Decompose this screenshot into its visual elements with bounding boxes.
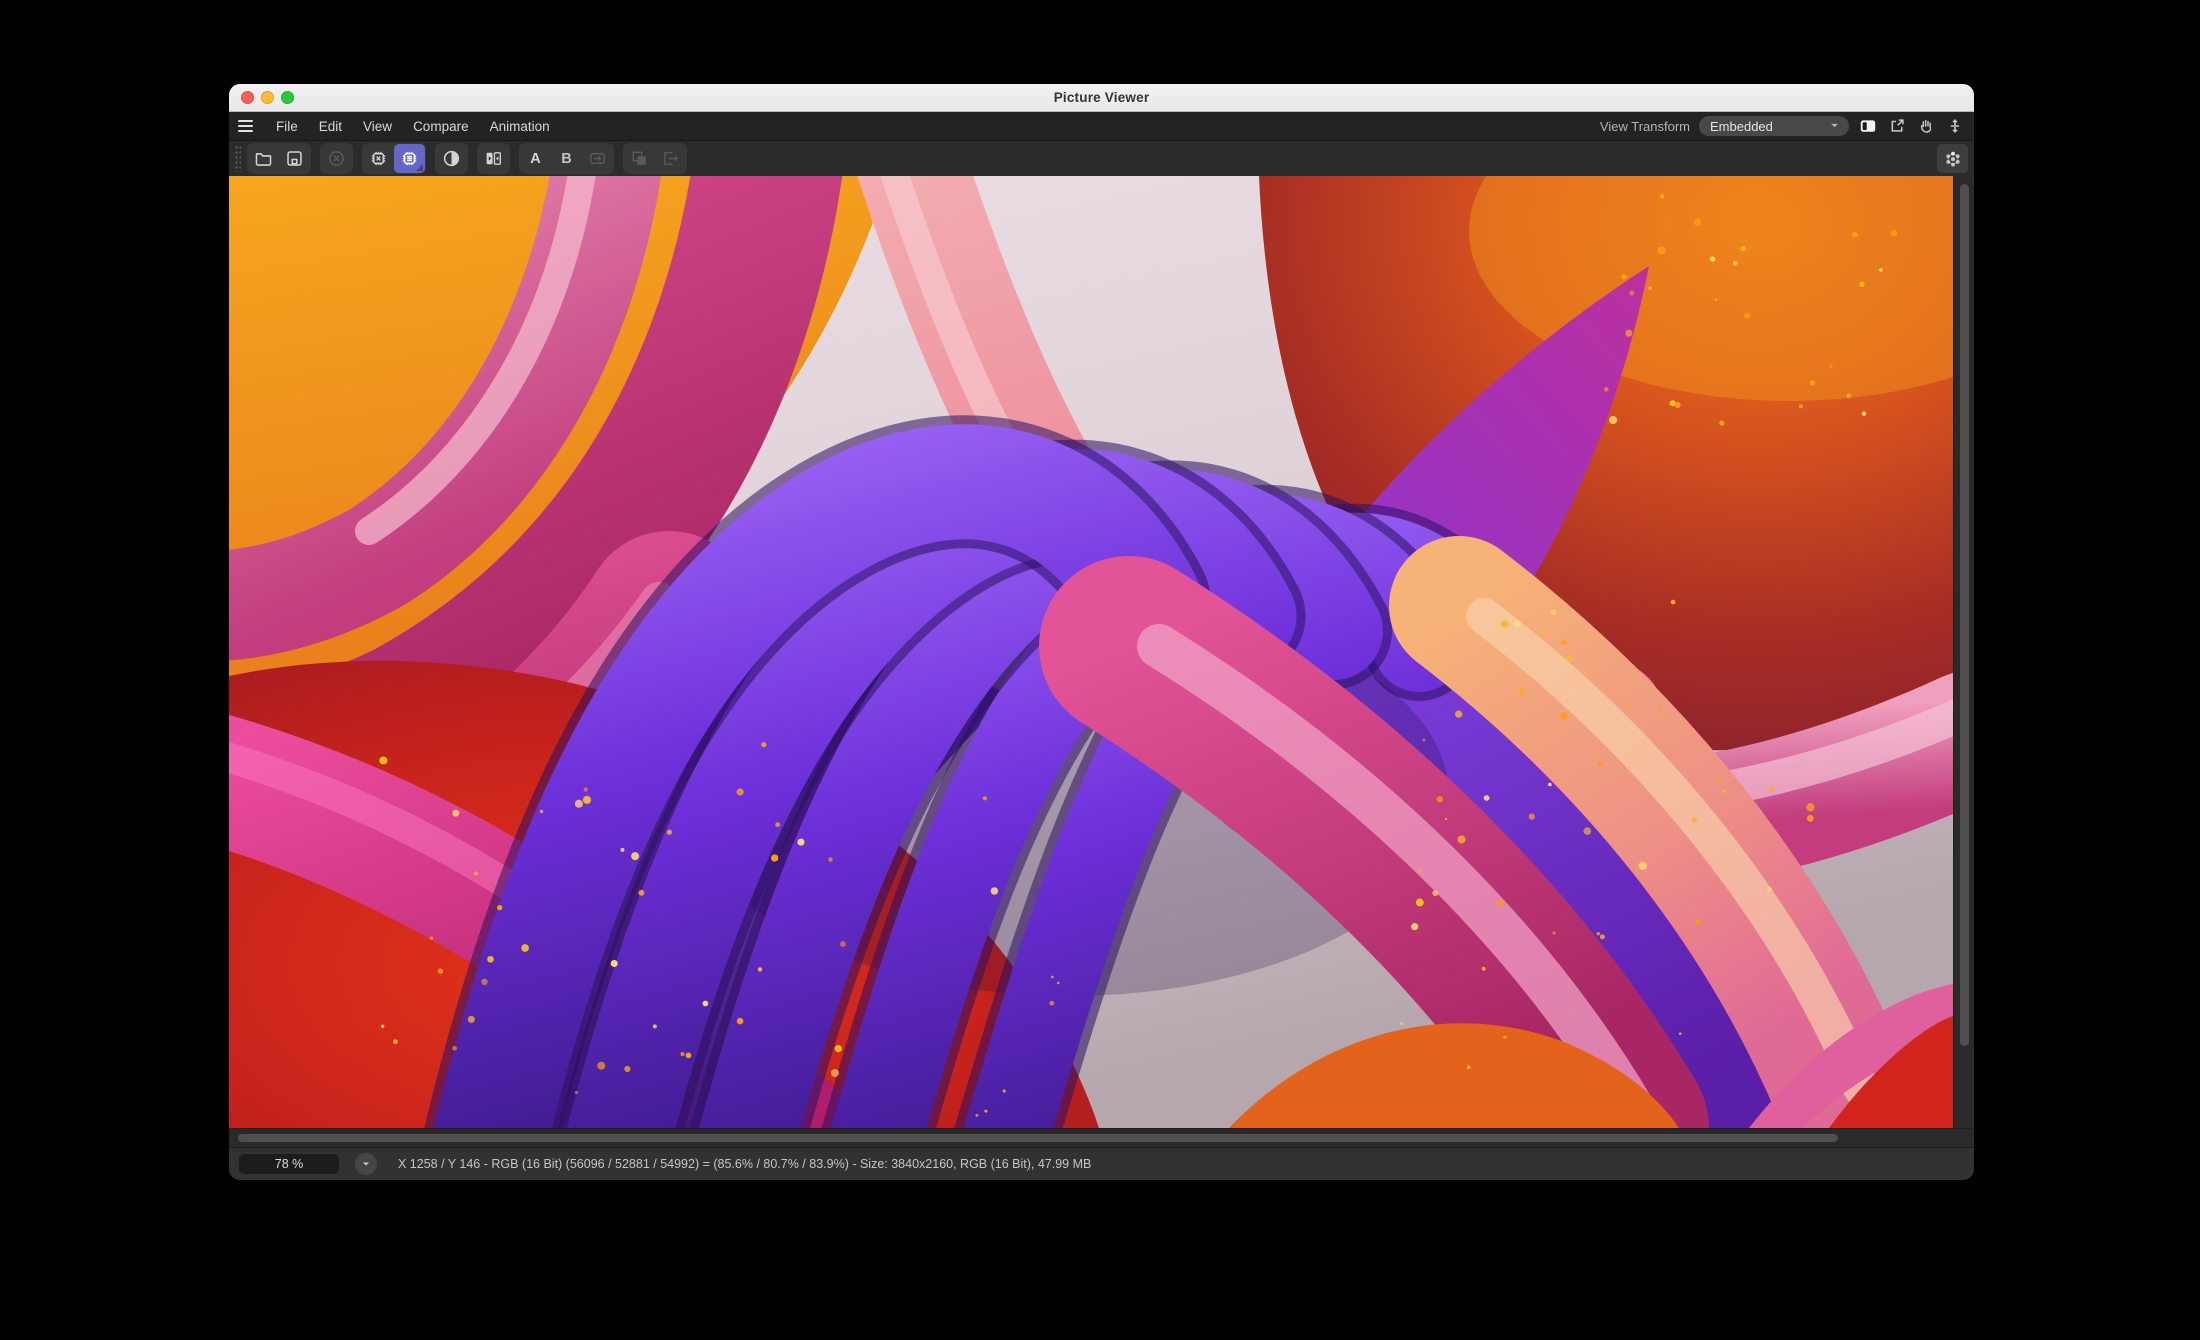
chevron-down-icon <box>1829 119 1840 134</box>
title-bar[interactable]: Picture Viewer <box>229 84 1974 112</box>
picture-viewer-window: Picture Viewer File Edit View Compare An… <box>229 84 1974 1180</box>
window-title: Picture Viewer <box>1054 90 1150 105</box>
ab-split-compare-button[interactable] <box>478 144 509 173</box>
zoom-dropdown-button[interactable] <box>355 1153 377 1175</box>
render-settings-molecule-button[interactable] <box>1937 144 1968 173</box>
swap-ab-button <box>582 144 613 173</box>
compare-button-group: A B <box>519 143 614 174</box>
toolbar: A B <box>229 140 1974 176</box>
view-transform-select[interactable]: Embedded <box>1699 116 1849 136</box>
cancel-render-button <box>321 144 352 173</box>
zoom-level-input[interactable]: 78 % <box>239 1154 339 1174</box>
export-image-button <box>655 144 686 173</box>
menu-bar-right: View Transform Embedded <box>1600 116 1965 136</box>
zoom-window-button[interactable] <box>281 91 294 104</box>
panel-toggle-icon[interactable] <box>1858 116 1878 136</box>
menu-view[interactable]: View <box>363 119 392 134</box>
viewer-content <box>229 176 1974 1128</box>
pan-hand-icon[interactable] <box>1916 116 1936 136</box>
render-button-group <box>362 143 426 174</box>
menu-file[interactable]: File <box>276 119 298 134</box>
pixel-info-text: X 1258 / Y 146 - RGB (16 Bit) (56096 / 5… <box>398 1157 1091 1171</box>
compare-b-button[interactable]: B <box>551 144 582 173</box>
toolbar-grip-handle[interactable] <box>235 146 241 172</box>
minimize-window-button[interactable] <box>261 91 274 104</box>
menu-edit[interactable]: Edit <box>319 119 342 134</box>
vertical-scrollbar-thumb[interactable] <box>1960 184 1969 1046</box>
copy-image-button <box>624 144 655 173</box>
desktop-background: Picture Viewer File Edit View Compare An… <box>0 0 2200 1340</box>
image-canvas[interactable] <box>229 176 1953 1128</box>
contrast-button-group <box>435 143 468 174</box>
horizontal-scrollbar[interactable] <box>229 1128 1974 1147</box>
compare-a-button[interactable]: A <box>520 144 551 173</box>
view-transform-label: View Transform <box>1600 119 1690 134</box>
menu-compare[interactable]: Compare <box>413 119 469 134</box>
save-file-button[interactable] <box>279 144 310 173</box>
horizontal-scrollbar-thumb[interactable] <box>238 1134 1838 1142</box>
stop-render-chip-button[interactable] <box>363 144 394 173</box>
fit-vertical-icon[interactable] <box>1945 116 1965 136</box>
menu-animation[interactable]: Animation <box>490 119 550 134</box>
view-transform-value: Embedded <box>1710 119 1773 134</box>
cancel-button-group <box>320 143 353 174</box>
ab-split-button-group <box>477 143 510 174</box>
open-file-button[interactable] <box>248 144 279 173</box>
open-new-window-icon[interactable] <box>1887 116 1907 136</box>
output-button-group <box>623 143 687 174</box>
render-to-viewer-chip-button[interactable] <box>394 144 425 173</box>
traffic-lights <box>241 84 294 111</box>
vertical-scrollbar[interactable] <box>1953 176 1974 1128</box>
status-bar: 78 % X 1258 / Y 146 - RGB (16 Bit) (5609… <box>229 1147 1974 1180</box>
file-button-group <box>247 143 311 174</box>
rendered-image <box>229 176 1953 1128</box>
hamburger-menu-icon[interactable] <box>238 120 253 132</box>
contrast-button[interactable] <box>436 144 467 173</box>
menu-bar: File Edit View Compare Animation View Tr… <box>229 112 1974 140</box>
menu-items: File Edit View Compare Animation <box>238 119 550 134</box>
close-window-button[interactable] <box>241 91 254 104</box>
